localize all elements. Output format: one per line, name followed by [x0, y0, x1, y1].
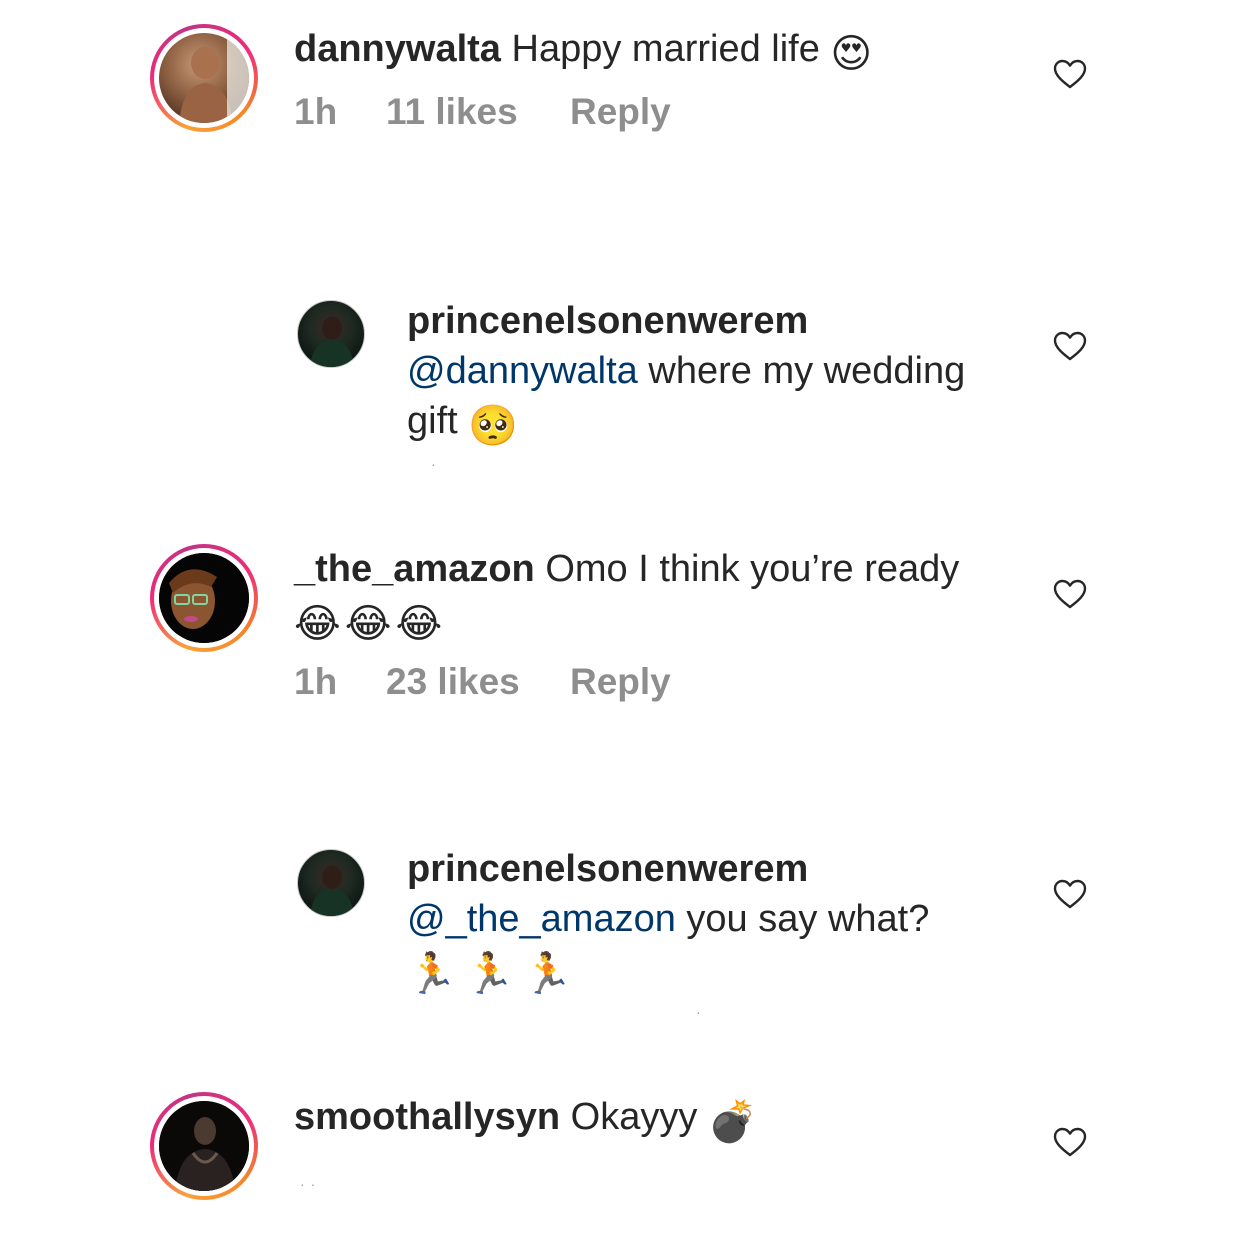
comment-text: _the_amazon Omo I think you’re ready 😂😂😂 — [294, 544, 1014, 644]
tears-of-joy-emoji: 😂😂😂 — [294, 601, 447, 647]
separator-dot: · — [696, 1004, 707, 1020]
heart-outline-icon[interactable] — [1052, 58, 1088, 90]
username-link[interactable]: dannywalta — [294, 28, 501, 70]
separator-dot: ·· — [300, 1176, 322, 1192]
comment-time: 1h — [294, 661, 338, 702]
mention-link[interactable]: @_the_amazon — [407, 898, 676, 940]
comment-body: Happy married life — [511, 28, 820, 70]
comment-text: princenelsonenwerem @_the_amazon you say… — [407, 844, 1007, 994]
comment-body: Omo I think you’re ready — [545, 548, 960, 590]
avatar-image — [159, 33, 249, 123]
heart-outline-icon[interactable] — [1052, 878, 1088, 910]
username-link[interactable]: princenelsonenwerem — [407, 844, 1007, 894]
heart-outline-icon[interactable] — [1052, 1126, 1088, 1158]
mention-link[interactable]: @dannywalta — [407, 350, 638, 392]
avatar-image[interactable] — [297, 849, 365, 917]
comment-meta: 1h 23 likes Reply — [294, 660, 671, 704]
username-link[interactable]: smoothallysyn — [294, 1096, 560, 1138]
heart-outline-icon[interactable] — [1052, 578, 1088, 610]
avatar-image — [159, 1101, 249, 1191]
comment-text: princenelsonenwerem @dannywalta where my… — [407, 296, 1007, 446]
story-avatar[interactable] — [150, 24, 258, 132]
running-man-emoji: 🏃🏃🏃 — [407, 951, 581, 997]
comment-body: where my wedding — [648, 350, 966, 392]
comment-text: dannywalta Happy married life 😍 — [294, 24, 872, 74]
likes-count[interactable]: 11 likes — [386, 90, 570, 134]
story-avatar[interactable] — [150, 1092, 258, 1200]
avatar-image[interactable] — [297, 300, 365, 368]
bomb-emoji: 💣 — [707, 1099, 758, 1145]
comment-time: 1h — [294, 91, 338, 132]
username-link[interactable]: princenelsonenwerem — [407, 296, 1007, 346]
likes-count[interactable]: 23 likes — [386, 660, 570, 704]
comment-body: you say what? — [686, 898, 930, 940]
avatar-image — [159, 553, 249, 643]
story-avatar[interactable] — [150, 544, 258, 652]
reply-button[interactable]: Reply — [570, 660, 671, 704]
pleading-face-emoji: 🥺 — [468, 403, 519, 449]
comment-text: smoothallysyn Okayyy 💣 — [294, 1092, 758, 1142]
reply-button[interactable]: Reply — [570, 90, 671, 134]
comment-body-continued: gift — [407, 400, 458, 442]
separator-dot: · — [431, 456, 442, 472]
heart-outline-icon[interactable] — [1052, 330, 1088, 362]
username-link[interactable]: _the_amazon — [294, 548, 535, 590]
comment-body: Okayyy — [570, 1096, 698, 1138]
heart-eyes-emoji: 😍 — [830, 31, 873, 77]
comment-meta: 1h 11 likes Reply — [294, 90, 671, 134]
